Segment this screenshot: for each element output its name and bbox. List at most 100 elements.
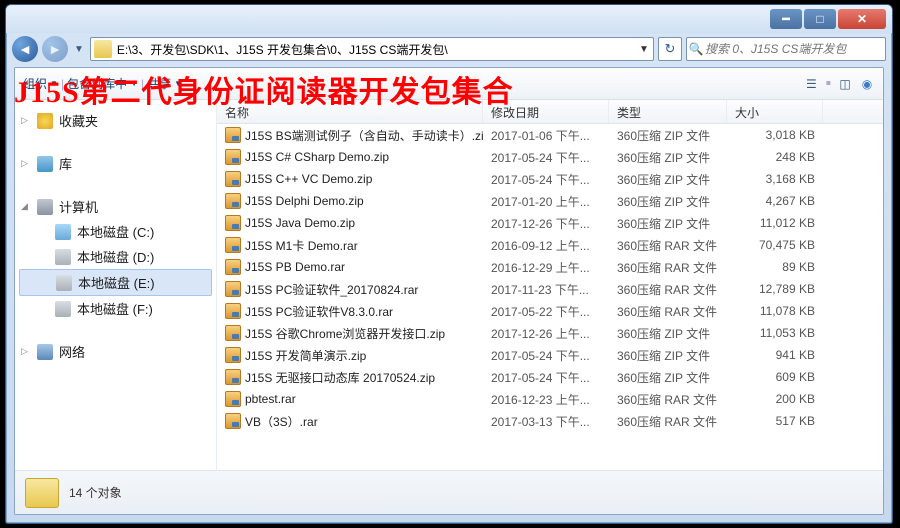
- file-name: pbtest.rar: [245, 392, 296, 406]
- file-date: 2017-12-26 下午...: [483, 215, 609, 232]
- file-row[interactable]: J15S 开发简单演示.zip2017-05-24 下午...360压缩 ZIP…: [217, 344, 883, 366]
- search-box[interactable]: 🔍: [686, 37, 886, 61]
- file-date: 2017-01-20 上午...: [483, 193, 609, 210]
- address-bar[interactable]: ▼: [90, 37, 654, 61]
- file-name: J15S 谷歌Chrome浏览器开发接口.zip: [245, 325, 445, 342]
- sidebar-network[interactable]: ▷ 网络: [15, 339, 216, 364]
- address-input[interactable]: [115, 39, 635, 59]
- file-name: J15S PB Demo.rar: [245, 260, 345, 274]
- file-date: 2017-12-26 上午...: [483, 325, 609, 342]
- archive-icon: [225, 281, 241, 297]
- archive-icon: [225, 193, 241, 209]
- file-date: 2017-01-06 下午...: [483, 127, 609, 144]
- file-size: 70,475 KB: [727, 238, 823, 252]
- archive-icon: [225, 171, 241, 187]
- file-type: 360压缩 ZIP 文件: [609, 215, 727, 232]
- explorer-window: ━ □ ✕ ◄ ► ▼ ▼ ↻ 🔍 J15S第二代身份证阅读器开发包集合 组织▼…: [5, 4, 893, 524]
- file-row[interactable]: J15S PB Demo.rar2016-12-29 上午...360压缩 RA…: [217, 256, 883, 278]
- column-headers[interactable]: 名称 修改日期 类型 大小: [217, 100, 883, 124]
- close-button[interactable]: ✕: [838, 9, 886, 29]
- sidebar: ▷ 收藏夹 ▷ 库 ◢ 计算机 本地磁盘 (C:)本地磁盘 (D:)本地磁盘: [15, 100, 217, 470]
- file-size: 89 KB: [727, 260, 823, 274]
- file-row[interactable]: VB（3S）.rar2017-03-13 下午...360压缩 RAR 文件51…: [217, 410, 883, 432]
- network-icon: [37, 344, 53, 360]
- file-date: 2017-11-23 下午...: [483, 281, 609, 298]
- file-type: 360压缩 ZIP 文件: [609, 347, 727, 364]
- drive-label: 本地磁盘 (F:): [77, 299, 153, 318]
- preview-pane-icon[interactable]: ◫: [837, 76, 853, 92]
- computer-icon: [37, 199, 53, 215]
- disk-icon: [55, 301, 71, 317]
- file-name: VB（3S）.rar: [245, 413, 318, 430]
- sidebar-drive[interactable]: 本地磁盘 (F:): [15, 296, 216, 321]
- file-row[interactable]: J15S Delphi Demo.zip2017-01-20 上午...360压…: [217, 190, 883, 212]
- file-size: 11,053 KB: [727, 326, 823, 340]
- file-date: 2017-05-24 下午...: [483, 347, 609, 364]
- col-date[interactable]: 修改日期: [483, 100, 609, 123]
- file-size: 609 KB: [727, 370, 823, 384]
- file-name: J15S M1卡 Demo.rar: [245, 237, 358, 254]
- file-row[interactable]: J15S C# CSharp Demo.zip2017-05-24 下午...3…: [217, 146, 883, 168]
- archive-icon: [225, 347, 241, 363]
- history-dropdown[interactable]: ▼: [72, 44, 86, 55]
- back-button[interactable]: ◄: [12, 36, 38, 62]
- share-menu[interactable]: 共享: [147, 75, 171, 92]
- file-size: 11,078 KB: [727, 304, 823, 318]
- organize-menu[interactable]: 组织▼ | 包含到库中▼ | 共享▼: [23, 75, 182, 92]
- archive-icon: [225, 259, 241, 275]
- file-date: 2017-05-22 下午...: [483, 303, 609, 320]
- file-row[interactable]: J15S BS端测试例子（含自动、手动读卡）.zip2017-01-06 下午.…: [217, 124, 883, 146]
- archive-icon: [225, 369, 241, 385]
- window-controls: ━ □ ✕: [770, 9, 886, 29]
- col-type[interactable]: 类型: [609, 100, 727, 123]
- archive-icon: [225, 215, 241, 231]
- file-row[interactable]: J15S C++ VC Demo.zip2017-05-24 下午...360压…: [217, 168, 883, 190]
- titlebar[interactable]: ━ □ ✕: [6, 5, 892, 33]
- file-list-pane: 名称 修改日期 类型 大小 J15S BS端测试例子（含自动、手动读卡）.zip…: [217, 100, 883, 470]
- refresh-button[interactable]: ↻: [658, 37, 682, 61]
- status-bar: 14 个对象: [15, 470, 883, 514]
- sidebar-computer[interactable]: ◢ 计算机: [15, 194, 216, 219]
- address-dropdown[interactable]: ▼: [635, 44, 653, 55]
- view-options-icon[interactable]: ☰: [803, 76, 819, 92]
- col-size[interactable]: 大小: [727, 100, 823, 123]
- sidebar-drive[interactable]: 本地磁盘 (E:): [19, 269, 212, 296]
- file-row[interactable]: J15S M1卡 Demo.rar2016-09-12 上午...360压缩 R…: [217, 234, 883, 256]
- sidebar-libraries[interactable]: ▷ 库: [15, 151, 216, 176]
- search-input[interactable]: [705, 39, 885, 59]
- file-size: 12,789 KB: [727, 282, 823, 296]
- drive-label: 本地磁盘 (E:): [78, 273, 155, 292]
- file-date: 2017-03-13 下午...: [483, 413, 609, 430]
- nav-row: ◄ ► ▼ ▼ ↻ 🔍: [6, 33, 892, 65]
- sidebar-drive[interactable]: 本地磁盘 (C:): [15, 219, 216, 244]
- include-menu[interactable]: 包含到库中: [67, 75, 127, 92]
- file-date: 2016-12-23 上午...: [483, 391, 609, 408]
- file-name: J15S PC验证软件_20170824.rar: [245, 281, 418, 298]
- archive-icon: [225, 413, 241, 429]
- file-type: 360压缩 ZIP 文件: [609, 149, 727, 166]
- file-row[interactable]: J15S Java Demo.zip2017-12-26 下午...360压缩 …: [217, 212, 883, 234]
- file-row[interactable]: J15S PC验证软件V8.3.0.rar2017-05-22 下午...360…: [217, 300, 883, 322]
- file-type: 360压缩 RAR 文件: [609, 259, 727, 276]
- file-size: 248 KB: [727, 150, 823, 164]
- disk-icon: [55, 224, 71, 240]
- forward-button[interactable]: ►: [42, 36, 68, 62]
- file-type: 360压缩 RAR 文件: [609, 391, 727, 408]
- sidebar-favorites[interactable]: ▷ 收藏夹: [15, 108, 216, 133]
- archive-icon: [225, 237, 241, 253]
- col-name[interactable]: 名称: [217, 100, 483, 123]
- archive-icon: [225, 149, 241, 165]
- file-row[interactable]: pbtest.rar2016-12-23 上午...360压缩 RAR 文件20…: [217, 388, 883, 410]
- file-row[interactable]: J15S PC验证软件_20170824.rar 2017-11-23 下午...…: [217, 278, 883, 300]
- drive-label: 本地磁盘 (D:): [77, 247, 154, 266]
- file-type: 360压缩 ZIP 文件: [609, 325, 727, 342]
- file-row[interactable]: J15S 无驱接口动态库 20170524.zip2017-05-24 下午..…: [217, 366, 883, 388]
- maximize-button[interactable]: □: [804, 9, 836, 29]
- help-icon[interactable]: ◉: [859, 76, 875, 92]
- file-type: 360压缩 RAR 文件: [609, 413, 727, 430]
- sidebar-drive[interactable]: 本地磁盘 (D:): [15, 244, 216, 269]
- file-row[interactable]: J15S 谷歌Chrome浏览器开发接口.zip 2017-12-26 上午...…: [217, 322, 883, 344]
- disk-icon: [55, 249, 71, 265]
- minimize-button[interactable]: ━: [770, 9, 802, 29]
- library-icon: [37, 156, 53, 172]
